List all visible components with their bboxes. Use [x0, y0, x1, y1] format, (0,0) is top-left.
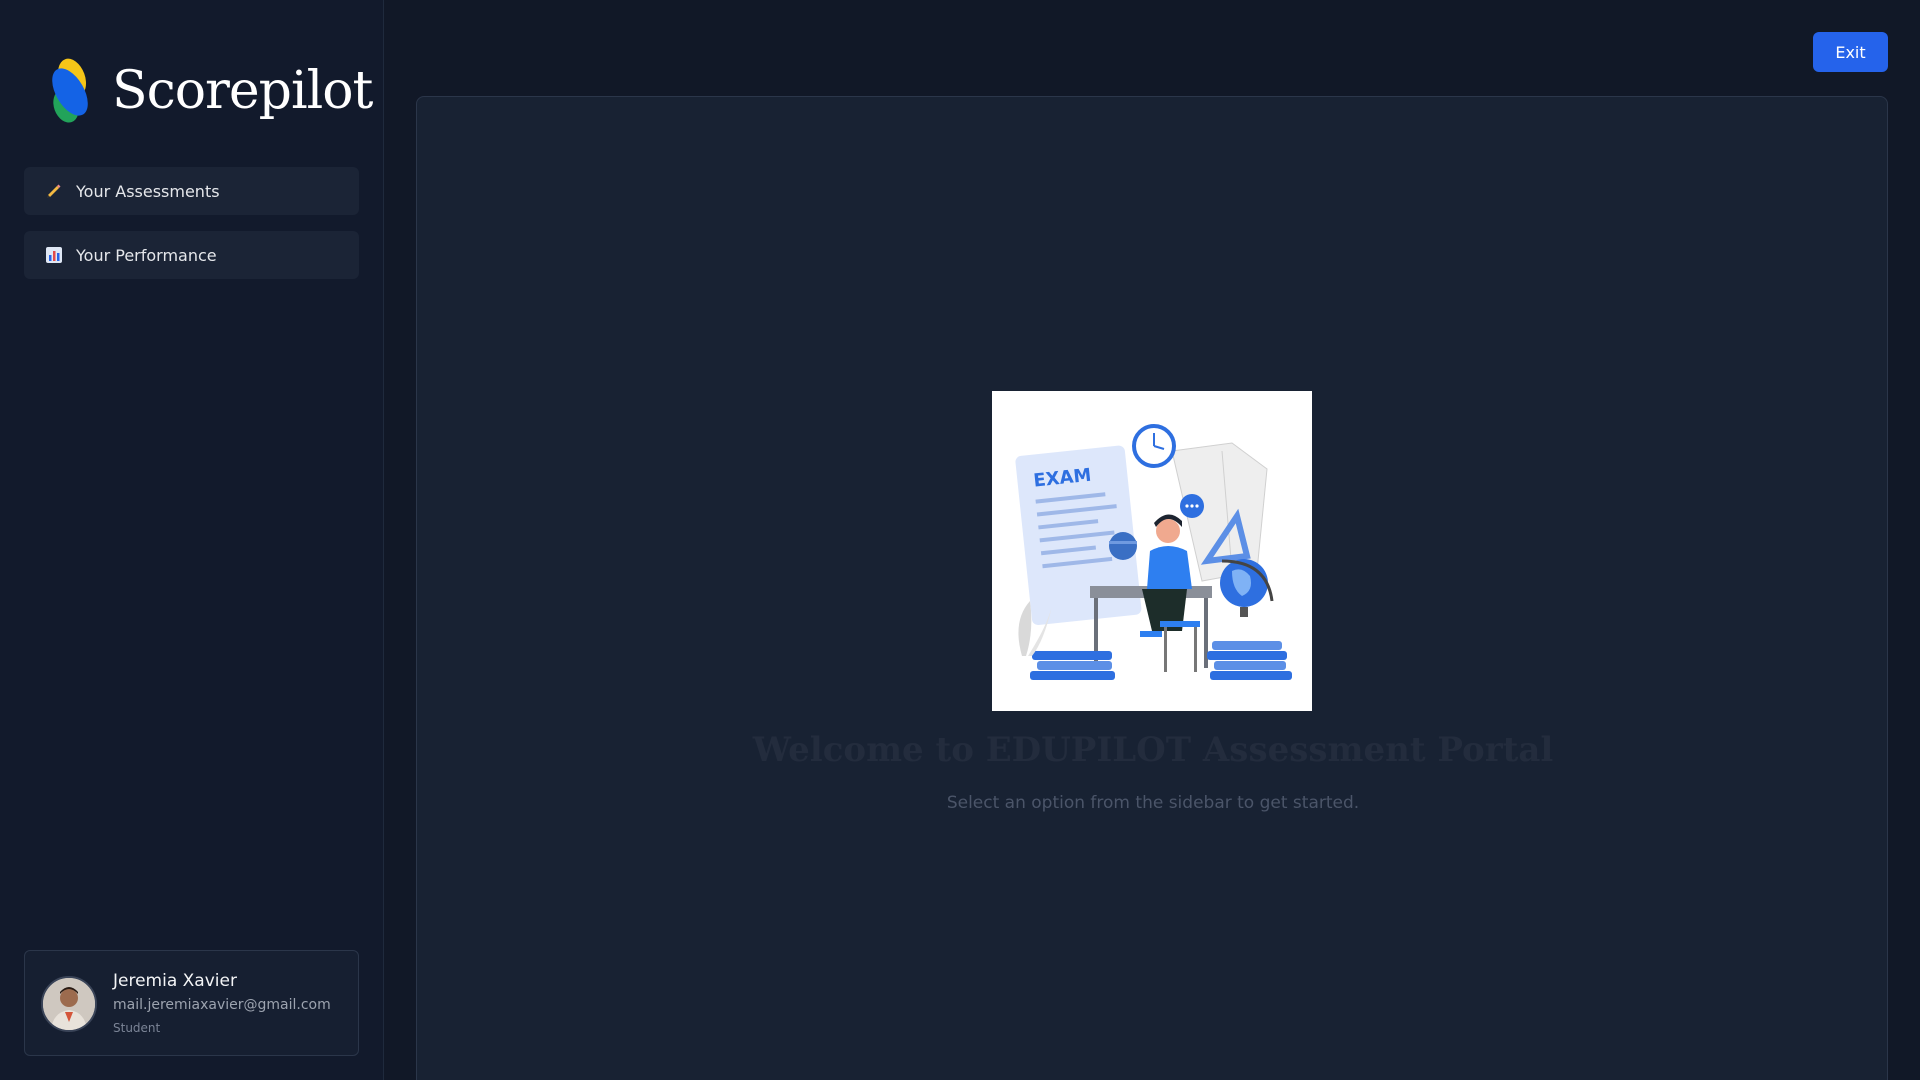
app-root: Scorepilot Your Assessments Your Perform… [0, 0, 1920, 1080]
user-email: mail.jeremiaxavier@gmail.com [113, 997, 331, 1013]
sidebar-item-label: Your Assessments [76, 181, 220, 201]
brand-name: Scorepilot [112, 61, 373, 121]
user-profile-card[interactable]: Jeremia Xavier mail.jeremiaxavier@gmail.… [24, 950, 359, 1056]
sidebar-item-label: Your Performance [76, 245, 217, 265]
welcome-subtitle: Select an option from the sidebar to get… [946, 793, 1360, 813]
scorepilot-logo-icon [52, 58, 88, 123]
sidebar-item-assessments[interactable]: Your Assessments [24, 167, 359, 215]
main-panel: EXAM Welcome to EDUPILOT Assessment Port… [416, 96, 1888, 1080]
user-role: Student [113, 1021, 161, 1035]
pencil-icon [44, 181, 64, 201]
sidebar: Scorepilot Your Assessments Your Perform… [0, 0, 384, 1080]
bar-chart-icon [44, 245, 64, 265]
sidebar-item-performance[interactable]: Your Performance [24, 231, 359, 279]
exam-illustration: EXAM [992, 391, 1312, 711]
brand[interactable]: Scorepilot [42, 56, 373, 126]
welcome-title: Welcome to EDUPILOT Assessment Portal [752, 730, 1554, 770]
exit-button[interactable]: Exit [1813, 32, 1888, 72]
avatar [41, 976, 97, 1032]
user-name: Jeremia Xavier [113, 971, 237, 991]
